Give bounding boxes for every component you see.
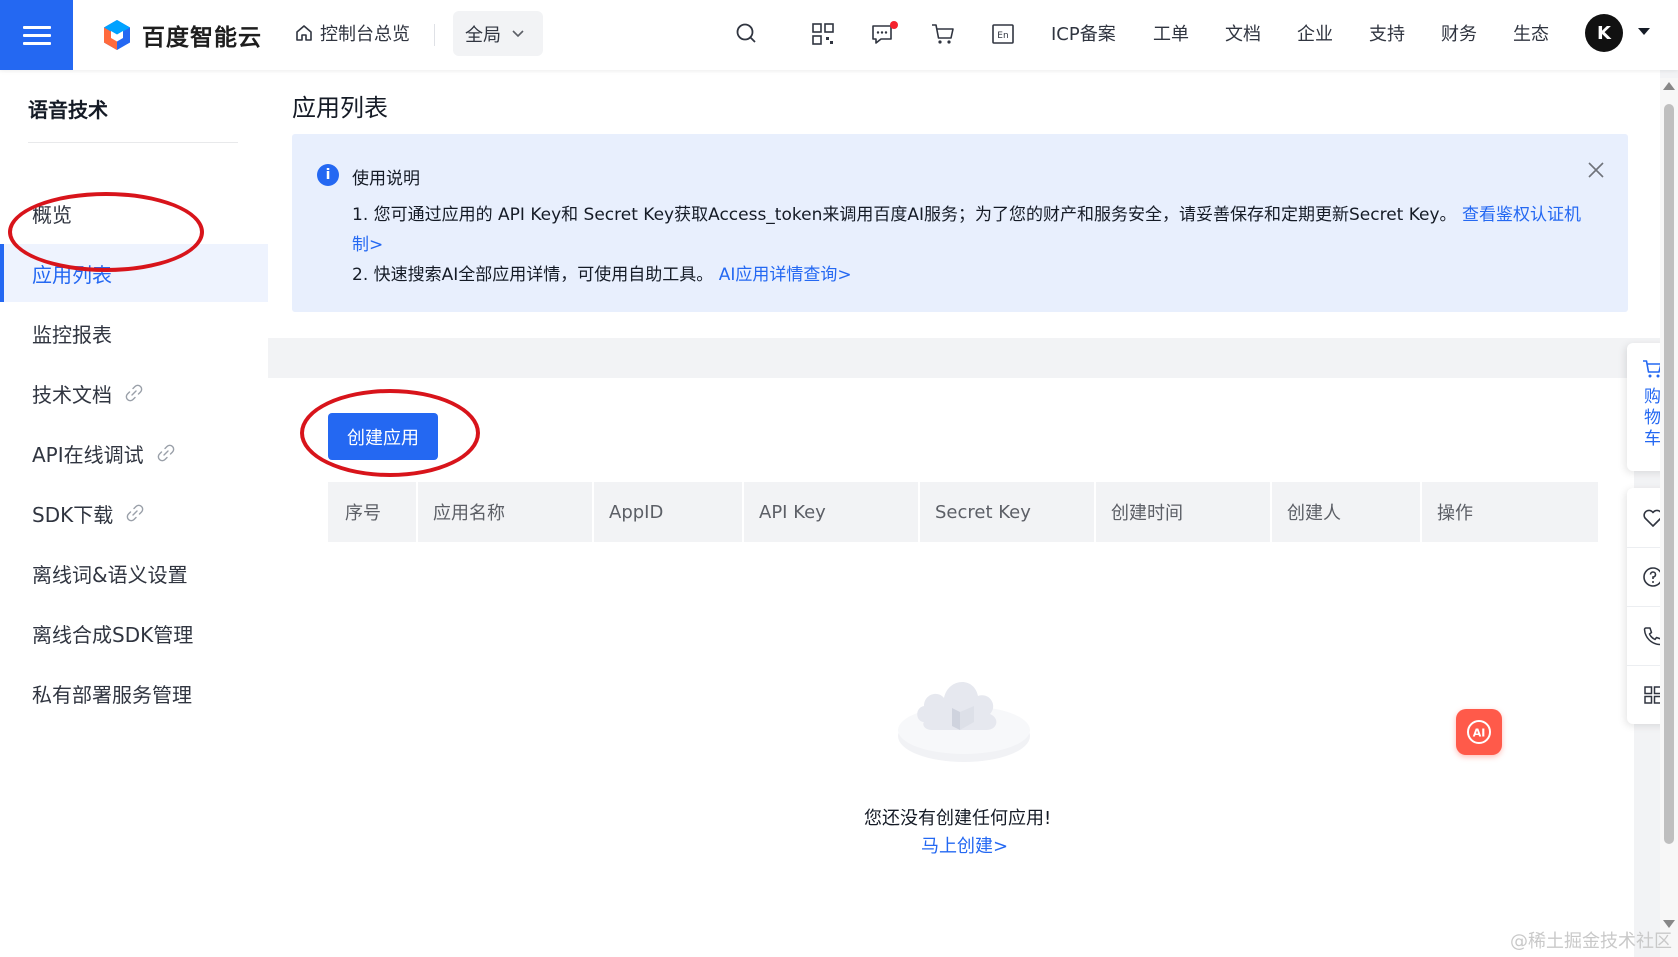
message-icon — [872, 21, 898, 44]
column-header: API Key — [742, 482, 918, 542]
brand-logo[interactable]: 百度智能云 — [100, 14, 262, 56]
ai-label: AI — [1473, 727, 1486, 740]
nav-ticket[interactable]: 工单 — [1153, 20, 1189, 46]
nav-docs[interactable]: 文档 — [1225, 20, 1261, 46]
divider — [434, 24, 435, 46]
sidebar-item-label: SDK下载 — [32, 502, 114, 527]
search-icon — [736, 23, 756, 43]
column-header: 创建时间 — [1094, 482, 1270, 542]
sidebar-item-overview[interactable]: 概览 — [0, 184, 268, 242]
message-button[interactable] — [869, 20, 898, 48]
region-label: 全局 — [465, 24, 501, 46]
external-link-icon — [157, 444, 174, 462]
table-header: 序号 应用名称 AppID API Key Secret Key 创建时间 创建… — [328, 482, 1598, 542]
sidebar-item-label: 应用列表 — [32, 262, 112, 287]
caret-down-icon[interactable] — [1638, 28, 1650, 35]
sidebar-title: 语音技术 — [28, 98, 108, 122]
info-icon: i — [317, 164, 339, 186]
page-title: 应用列表 — [292, 94, 388, 122]
sidebar-item-label: 监控报表 — [32, 322, 112, 347]
language-button[interactable]: En — [989, 20, 1017, 48]
sidebar-item-offline-tts-sdk[interactable]: 离线合成SDK管理 — [0, 604, 268, 662]
sidebar-item-tech-docs[interactable]: 技术文档 — [0, 364, 268, 422]
close-icon[interactable] — [1584, 158, 1608, 182]
sidebar-item-private-deploy[interactable]: 私有部署服务管理 — [0, 664, 268, 722]
search-button[interactable] — [733, 20, 761, 48]
cart-icon — [932, 24, 954, 44]
notice-text-1: 1. 您可通过应用的 API Key和 Secret Key获取Access_t… — [352, 205, 1457, 225]
console-home-label: 控制台总览 — [320, 24, 410, 45]
sidebar-item-label: 概览 — [32, 202, 72, 227]
sidebar: 语音技术 概览 应用列表 监控报表 技术文档 API在线调试 SDK下载 离线词… — [0, 70, 268, 957]
column-header: 操作 — [1420, 482, 1598, 542]
empty-message: 您还没有创建任何应用! — [864, 808, 1052, 829]
sidebar-item-offline-words[interactable]: 离线词&语义设置 — [0, 544, 268, 602]
ai-app-detail-link[interactable]: AI应用详情查询> — [719, 265, 852, 285]
create-now-link[interactable]: 马上创建> — [921, 832, 1008, 858]
sidebar-item-app-list[interactable]: 应用列表 — [0, 244, 268, 302]
chevron-down-icon — [512, 29, 524, 37]
ai-assistant-button[interactable]: AI — [1456, 709, 1502, 755]
nav-icp[interactable]: ICP备案 — [1051, 20, 1116, 46]
nav-ecosystem[interactable]: 生态 — [1513, 20, 1549, 46]
sidebar-item-label: 离线合成SDK管理 — [32, 622, 194, 647]
top-navigation-bar: 百度智能云 控制台总览 全局 En ICP备案 工单 文档 企业 支持 财务 生… — [0, 0, 1678, 70]
nav-finance[interactable]: 财务 — [1441, 20, 1477, 46]
region-selector[interactable]: 全局 — [453, 11, 543, 56]
column-header: 应用名称 — [416, 482, 592, 542]
notice-line-2: 2. 快速搜索AI全部应用详情，可使用自助工具。 AI应用详情查询> — [352, 260, 852, 290]
menu-icon — [22, 21, 51, 50]
notice-title: 使用说明 — [352, 169, 420, 189]
nav-enterprise[interactable]: 企业 — [1297, 20, 1333, 46]
sidebar-item-monitor-report[interactable]: 监控报表 — [0, 304, 268, 362]
sidebar-item-sdk-download[interactable]: SDK下载 — [0, 484, 268, 542]
qrcode-button[interactable] — [809, 20, 837, 48]
sidebar-item-label: 技术文档 — [32, 382, 112, 407]
column-header: 序号 — [345, 503, 381, 524]
language-icon: En — [992, 24, 1014, 44]
column-header: 创建人 — [1270, 482, 1420, 542]
home-icon — [296, 25, 312, 41]
hamburger-menu-button[interactable] — [0, 0, 73, 70]
divider — [28, 142, 238, 143]
watermark: @稀土掘金技术社区 — [1510, 931, 1672, 952]
external-link-icon — [126, 504, 144, 522]
notice-line-1: 1. 您可通过应用的 API Key和 Secret Key获取Access_t… — [352, 200, 1582, 260]
brand-name: 百度智能云 — [142, 25, 262, 51]
console-home-link[interactable]: 控制台总览 — [294, 20, 410, 46]
cart-button[interactable] — [929, 20, 957, 48]
ai-icon: AI — [1467, 720, 1491, 744]
sidebar-item-api-debug[interactable]: API在线调试 — [0, 424, 268, 482]
sidebar-item-label: 离线词&语义设置 — [32, 562, 188, 587]
user-avatar[interactable]: K — [1585, 14, 1623, 52]
baidu-cloud-logo-icon — [104, 20, 130, 50]
notice-text-2: 2. 快速搜索AI全部应用详情，可使用自助工具。 — [352, 265, 714, 285]
usage-notice: i 使用说明 1. 您可通过应用的 API Key和 Secret Key获取A… — [292, 134, 1628, 312]
scroll-up-arrow-icon[interactable] — [1663, 82, 1675, 90]
empty-cloud-illustration — [898, 681, 1030, 762]
sidebar-item-label: 私有部署服务管理 — [32, 682, 192, 707]
external-link-icon — [125, 384, 143, 402]
vertical-scrollbar[interactable] — [1660, 78, 1678, 957]
create-app-button[interactable]: 创建应用 — [328, 413, 438, 460]
nav-support[interactable]: 支持 — [1369, 20, 1405, 46]
qrcode-icon — [812, 23, 834, 45]
column-header: Secret Key — [918, 482, 1094, 542]
column-header: AppID — [592, 482, 742, 542]
scrollbar-thumb[interactable] — [1664, 104, 1674, 844]
sidebar-item-label: API在线调试 — [32, 442, 144, 467]
svg-text:En: En — [997, 31, 1008, 41]
